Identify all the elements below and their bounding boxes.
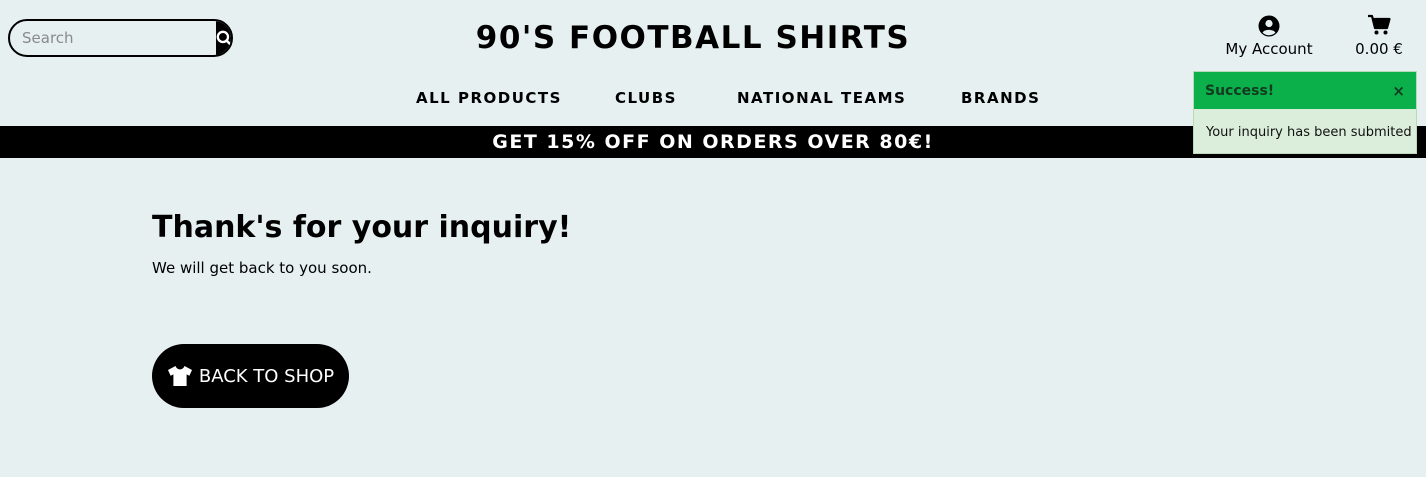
promo-text: GET 15% OFF ON ORDERS OVER 80€! bbox=[492, 131, 934, 153]
back-to-shop-button[interactable]: BACK TO SHOP bbox=[152, 344, 349, 408]
cart-total: 0.00 € bbox=[1355, 40, 1403, 58]
success-toast: Success! × Your inquiry has been submite… bbox=[1193, 71, 1417, 154]
my-account-link[interactable]: My Account bbox=[1224, 15, 1314, 58]
nav-brands[interactable]: BRANDS bbox=[961, 89, 1040, 107]
cart-icon bbox=[1368, 14, 1391, 35]
nav-all-products[interactable]: ALL PRODUCTS bbox=[416, 89, 562, 107]
shirt-icon bbox=[167, 366, 192, 386]
page-subtext: We will get back to you soon. bbox=[152, 259, 372, 277]
cart-link[interactable]: 0.00 € bbox=[1350, 14, 1408, 58]
page-heading: Thank's for your inquiry! bbox=[152, 210, 572, 245]
nav-clubs[interactable]: CLUBS bbox=[615, 89, 677, 107]
user-circle-icon bbox=[1258, 15, 1280, 37]
toast-title: Success! bbox=[1205, 82, 1275, 99]
site-title[interactable]: 90'S FOOTBALL SHIRTS bbox=[0, 20, 1386, 56]
close-icon[interactable]: × bbox=[1392, 82, 1405, 100]
nav-national-teams[interactable]: NATIONAL TEAMS bbox=[737, 89, 906, 107]
my-account-label: My Account bbox=[1225, 40, 1313, 58]
toast-header: Success! × bbox=[1194, 72, 1416, 109]
back-to-shop-label: BACK TO SHOP bbox=[198, 365, 335, 387]
toast-message: Your inquiry has been submited bbox=[1206, 125, 1412, 140]
